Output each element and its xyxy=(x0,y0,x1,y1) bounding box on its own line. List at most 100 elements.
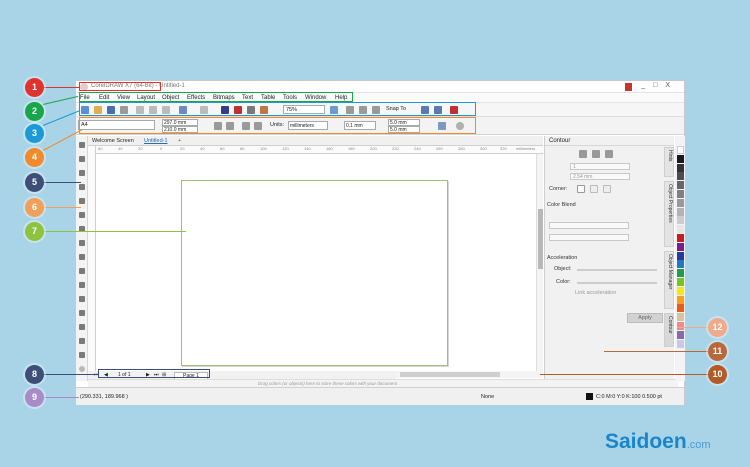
object-acceleration-slider[interactable] xyxy=(577,269,657,271)
apply-button[interactable]: Apply xyxy=(627,313,663,323)
ruler-tick: 160 xyxy=(326,146,333,151)
callout-7: 7 xyxy=(25,222,44,241)
interactive-fill-tool-icon[interactable] xyxy=(79,352,85,358)
palette-swatch[interactable] xyxy=(677,322,684,330)
color-blend-label: Color Blend xyxy=(547,202,576,208)
add-tab-icon[interactable]: + xyxy=(178,138,181,144)
freehand-tool-icon[interactable] xyxy=(79,198,85,204)
palette-swatch[interactable] xyxy=(677,190,684,198)
scroll-thumb[interactable] xyxy=(400,372,500,377)
outside-contour-icon[interactable] xyxy=(605,150,613,158)
fill-indicator[interactable]: None xyxy=(481,394,494,400)
callout-3-frame xyxy=(79,102,476,116)
color-acceleration-label: Color: xyxy=(556,279,571,285)
inside-contour-icon[interactable] xyxy=(592,150,600,158)
ruler-tick: 60 xyxy=(220,146,225,151)
tab-welcome-screen[interactable]: Welcome Screen xyxy=(92,138,134,144)
drop-shadow-tool-icon[interactable] xyxy=(79,310,85,316)
connector-tool-icon[interactable] xyxy=(79,296,85,302)
polygon-tool-icon[interactable] xyxy=(79,254,85,260)
palette-swatch[interactable] xyxy=(677,154,684,163)
corner-bevel-icon[interactable] xyxy=(603,185,611,193)
palette-swatch[interactable] xyxy=(677,234,684,242)
corner-round-icon[interactable] xyxy=(590,185,598,193)
palette-swatch[interactable] xyxy=(677,198,684,207)
tab-untitled-1[interactable]: Untitled-1 xyxy=(144,138,168,144)
palette-swatch[interactable] xyxy=(677,269,684,278)
drawing-canvas[interactable] xyxy=(96,154,536,371)
palette-swatch[interactable] xyxy=(677,207,684,216)
maximize-button[interactable]: □ xyxy=(653,82,665,89)
zoom-tool-icon[interactable] xyxy=(79,184,85,190)
callout-4-frame xyxy=(79,117,476,134)
document-tabs: Welcome Screen Untitled-1 + xyxy=(88,136,543,146)
minimize-button[interactable]: _ xyxy=(641,82,653,89)
palette-swatch[interactable] xyxy=(677,216,684,225)
callout-1-line xyxy=(43,87,79,88)
palette-swatch[interactable] xyxy=(677,146,684,154)
tab-label: Object Properties xyxy=(667,184,673,223)
parallel-dimension-tool-icon[interactable] xyxy=(79,282,85,288)
transparency-tool-icon[interactable] xyxy=(79,324,85,330)
palette-swatch[interactable] xyxy=(677,181,684,190)
outline-indicator[interactable]: C:0 M:0 Y:0 K:100 0.500 pt xyxy=(596,394,662,400)
palette-swatch[interactable] xyxy=(677,260,684,269)
document-palette[interactable]: Drag colors (or objects) here to store t… xyxy=(88,379,678,387)
tab-hints[interactable]: Hints xyxy=(664,147,674,177)
palette-swatch[interactable] xyxy=(677,225,684,234)
palette-swatch[interactable] xyxy=(677,295,684,304)
palette-swatch[interactable] xyxy=(677,339,684,348)
fill-color-field[interactable] xyxy=(549,234,629,241)
palette-swatch[interactable] xyxy=(677,172,684,181)
palette-swatch[interactable] xyxy=(677,330,684,339)
link-acceleration-checkbox[interactable]: Link acceleration xyxy=(575,290,616,296)
vertical-scrollbar[interactable] xyxy=(536,154,543,371)
callout-8-line xyxy=(43,374,98,375)
vertical-ruler[interactable] xyxy=(88,146,96,371)
ruler-tick: 120 xyxy=(282,146,289,151)
app-icon[interactable] xyxy=(625,83,632,91)
callout-8: 8 xyxy=(25,365,44,384)
toolbox xyxy=(76,136,88,381)
scroll-thumb[interactable] xyxy=(538,209,543,269)
document-page[interactable] xyxy=(181,180,448,366)
tab-object-manager[interactable]: Object Manager xyxy=(664,251,674,309)
callout-12-line xyxy=(677,327,708,328)
color-eyedropper-tool-icon[interactable] xyxy=(79,338,85,344)
horizontal-ruler[interactable]: 60 40 20 0 20 40 60 80 100 120 140 160 1… xyxy=(96,146,543,154)
outline-swatch xyxy=(586,393,593,400)
steps-field[interactable]: 1 xyxy=(570,163,630,170)
window-controls[interactable]: _□X xyxy=(641,82,678,89)
palette-swatch[interactable] xyxy=(677,251,684,260)
tab-object-properties[interactable]: Object Properties xyxy=(664,181,674,247)
color-acceleration-slider[interactable] xyxy=(577,282,657,284)
add-tool-icon[interactable] xyxy=(79,366,85,372)
close-button[interactable]: X xyxy=(665,82,678,89)
palette-swatch[interactable] xyxy=(677,242,684,251)
ellipse-tool-icon[interactable] xyxy=(79,240,85,246)
artistic-media-tool-icon[interactable] xyxy=(79,212,85,218)
shape-tool-icon[interactable] xyxy=(79,156,85,162)
palette-swatch[interactable] xyxy=(677,286,684,295)
text-tool-icon[interactable] xyxy=(79,268,85,274)
to-center-icon[interactable] xyxy=(579,150,587,158)
horizontal-scrollbar[interactable] xyxy=(396,371,543,378)
callout-7-line xyxy=(43,231,186,232)
corner-miter-icon[interactable] xyxy=(577,185,585,193)
ruler-tick: 0 xyxy=(160,146,163,151)
ruler-tick: 200 xyxy=(370,146,377,151)
palette-swatch[interactable] xyxy=(677,313,684,322)
palette-swatch[interactable] xyxy=(677,304,684,313)
pick-tool-icon[interactable] xyxy=(79,142,85,148)
crop-tool-icon[interactable] xyxy=(79,170,85,176)
ruler-tick: 320 xyxy=(500,146,507,151)
palette-swatch[interactable] xyxy=(677,278,684,286)
palette-swatch[interactable] xyxy=(677,163,684,172)
outline-color-field[interactable] xyxy=(549,222,629,229)
color-palette xyxy=(675,136,685,381)
callout-2-frame xyxy=(79,92,353,102)
tab-contour[interactable]: Contour xyxy=(664,313,674,347)
brand-suffix: .com xyxy=(686,439,711,451)
offset-field[interactable]: 2.54 mm xyxy=(570,173,630,180)
ruler-tick: 20 xyxy=(138,146,143,151)
